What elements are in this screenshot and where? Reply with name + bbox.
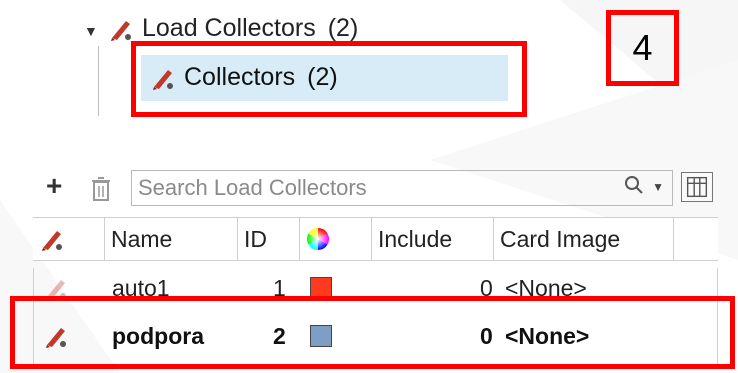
load-collector-icon — [111, 20, 131, 41]
trash-icon[interactable] — [90, 176, 112, 202]
column-chooser-icon[interactable] — [681, 172, 713, 202]
column-header-include[interactable]: Include — [372, 218, 494, 260]
column-header-color[interactable] — [300, 218, 372, 260]
column-header-name[interactable]: Name — [105, 218, 238, 260]
step-number-box: 4 — [606, 10, 679, 86]
color-wheel-icon — [307, 228, 329, 250]
expand-arrow-icon[interactable]: ▼ — [84, 23, 98, 39]
table-header: Name ID Include Card Image — [33, 217, 718, 261]
highlight-box-collectors — [131, 41, 527, 117]
header-icon-column — [33, 218, 105, 260]
search-input[interactable] — [132, 174, 610, 202]
highlight-box-row — [10, 296, 735, 369]
search-field[interactable]: ▼ — [131, 170, 673, 206]
column-header-card-image[interactable]: Card Image — [494, 218, 674, 260]
column-header-id[interactable]: ID — [238, 218, 300, 260]
magnifier-icon[interactable] — [624, 175, 644, 197]
load-collector-icon — [42, 231, 62, 251]
step-number: 4 — [632, 27, 653, 68]
plus-icon[interactable]: + — [46, 172, 62, 200]
chevron-down-icon[interactable]: ▼ — [652, 180, 664, 194]
tree-connector — [98, 46, 99, 116]
tree-item-count: (2) — [327, 14, 359, 42]
tree-item-label: Load Collectors — [142, 14, 316, 42]
tree-item-load-collectors[interactable]: Load Collectors (2) — [108, 14, 358, 43]
